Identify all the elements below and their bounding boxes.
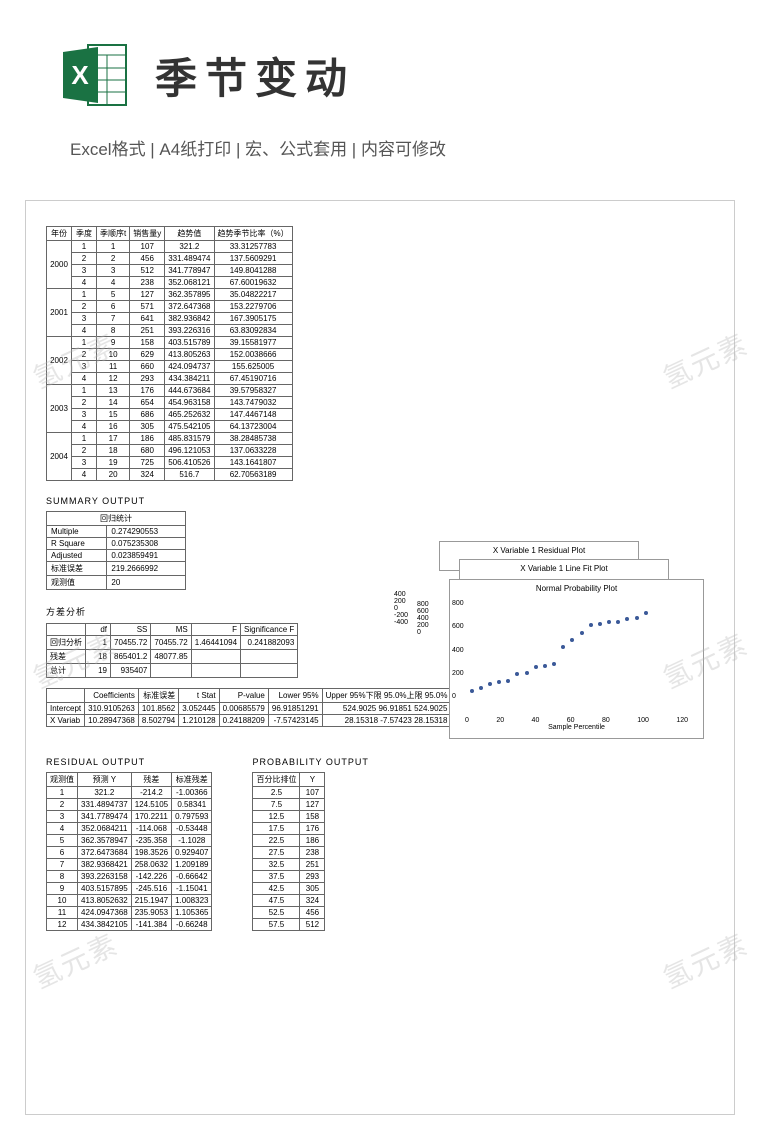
residual-table: 观测值预测 Y残差标准残差 1321.2-214.2-1.003662331.4… (46, 772, 212, 931)
excel-icon: X (60, 40, 130, 110)
probability-table: 百分比排位Y 2.51077.512712.515817.517622.5186… (252, 772, 325, 931)
svg-text:X: X (71, 60, 89, 90)
coefficients-table: Coefficients标准误差t StatP-valueLower 95%Up… (46, 688, 451, 727)
document-page: 年份季度季顺序t销售量y趋势值趋势季节比率（%） 200011107321.23… (25, 200, 735, 1115)
probability-plot-chart: Normal Probability Plot 020406080100120 … (449, 579, 704, 739)
page-title: 季节变动 (155, 45, 355, 106)
seasonal-table: 年份季度季顺序t销售量y趋势值趋势季节比率（%） 200011107321.23… (46, 226, 293, 481)
summary-head: SUMMARY OUTPUT (46, 496, 714, 506)
residual-head: RESIDUAL OUTPUT (46, 757, 212, 767)
probability-head: PROBABILITY OUTPUT (252, 757, 368, 767)
page-subtitle: Excel格式 | A4纸打印 | 宏、公式套用 | 内容可修改 (0, 130, 760, 180)
regression-stats-table: 回归统计 Multiple0.274290553R Square0.075235… (46, 511, 186, 590)
anova-table: dfSSMSFSignificance F 回归分析170455.7270455… (46, 623, 298, 678)
